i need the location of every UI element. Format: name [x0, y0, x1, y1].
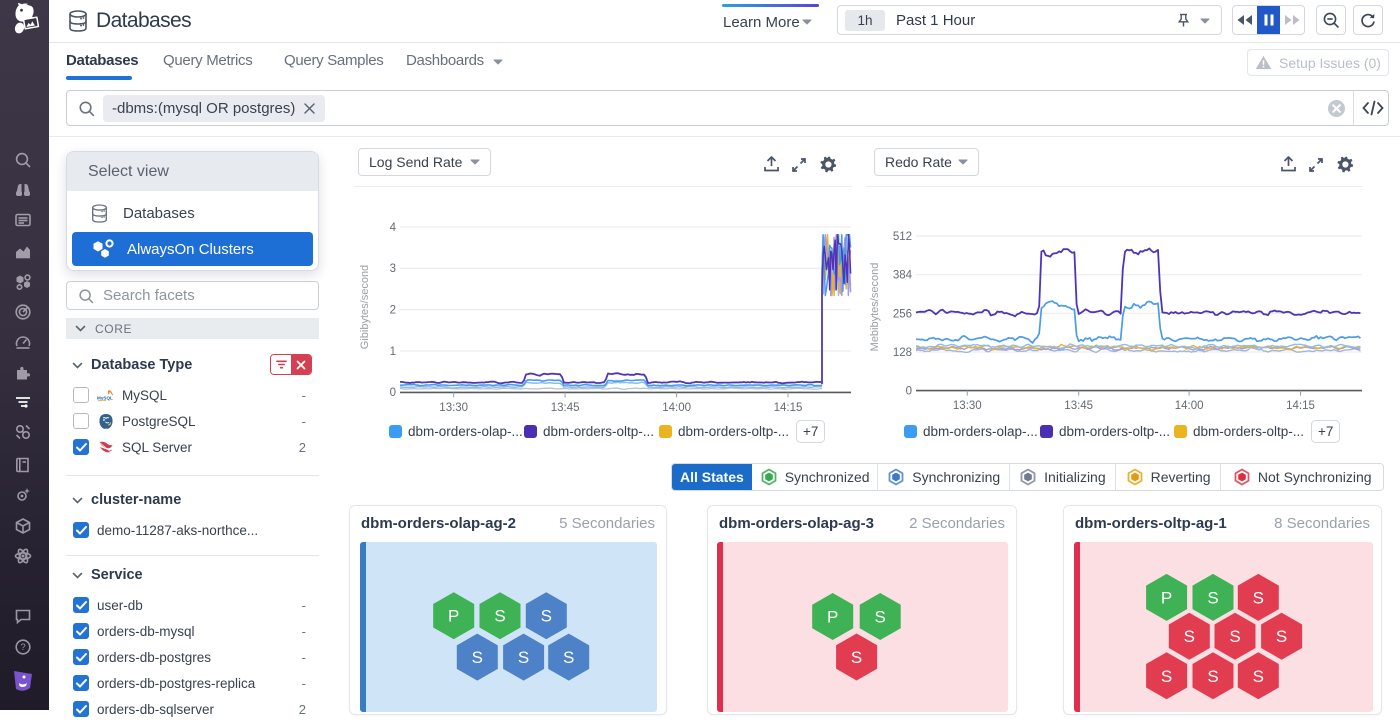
svg-text:14:15: 14:15 — [1286, 400, 1315, 412]
svg-text:128: 128 — [893, 347, 912, 359]
svg-text:256: 256 — [893, 308, 912, 320]
svg-text:+7: +7 — [803, 424, 818, 439]
svg-text:dbm-orders-olap-...: dbm-orders-olap-... — [923, 424, 1038, 439]
svg-text:2: 2 — [390, 305, 396, 317]
svg-text:S: S — [851, 648, 862, 667]
svg-text:+7: +7 — [1318, 424, 1333, 439]
svg-text:384: 384 — [893, 270, 913, 282]
svg-text:S: S — [494, 607, 505, 626]
svg-text:dbm-orders-oltp-...: dbm-orders-oltp-... — [1193, 424, 1304, 439]
svg-text:13:45: 13:45 — [551, 402, 580, 414]
svg-text:dbm-orders-olap-...: dbm-orders-olap-... — [408, 424, 523, 439]
svg-text:1: 1 — [390, 346, 396, 358]
svg-text:S: S — [1229, 627, 1240, 646]
svg-text:14:00: 14:00 — [1175, 400, 1204, 412]
svg-text:P: P — [448, 607, 459, 626]
svg-text:P: P — [827, 608, 838, 627]
svg-text:?: ? — [20, 642, 25, 653]
svg-text:dbm-orders-oltp-...: dbm-orders-oltp-... — [1059, 424, 1170, 439]
svg-text:MySQL: MySQL — [97, 395, 113, 400]
svg-text:13:30: 13:30 — [439, 402, 468, 414]
svg-text:13:30: 13:30 — [953, 400, 982, 412]
svg-text:S: S — [1253, 588, 1264, 607]
svg-text:S: S — [472, 648, 483, 667]
svg-text:S: S — [1253, 667, 1264, 686]
svg-text:P: P — [1161, 588, 1172, 607]
svg-text:4: 4 — [390, 222, 397, 234]
svg-text:0: 0 — [390, 387, 396, 399]
svg-text:S: S — [563, 648, 574, 667]
svg-text:S: S — [541, 607, 552, 626]
svg-text:14:00: 14:00 — [662, 402, 691, 414]
svg-text:Gibibytes/second: Gibibytes/second — [359, 265, 371, 349]
svg-text:Mebibytes/second: Mebibytes/second — [869, 263, 881, 352]
svg-text:3: 3 — [390, 263, 396, 275]
svg-text:13:45: 13:45 — [1064, 400, 1093, 412]
svg-text:S: S — [1276, 627, 1287, 646]
svg-text:S: S — [518, 648, 529, 667]
svg-text:512: 512 — [893, 231, 912, 243]
svg-text:S: S — [1207, 588, 1218, 607]
svg-text:S: S — [875, 608, 886, 627]
svg-text:S: S — [1184, 627, 1195, 646]
svg-text:dbm-orders-oltp-...: dbm-orders-oltp-... — [678, 424, 789, 439]
svg-text:14:15: 14:15 — [774, 402, 803, 414]
svg-text:S: S — [1207, 667, 1218, 686]
svg-text:0: 0 — [906, 386, 912, 398]
svg-text:S: S — [1161, 667, 1172, 686]
svg-text:dbm-orders-oltp-...: dbm-orders-oltp-... — [543, 424, 654, 439]
